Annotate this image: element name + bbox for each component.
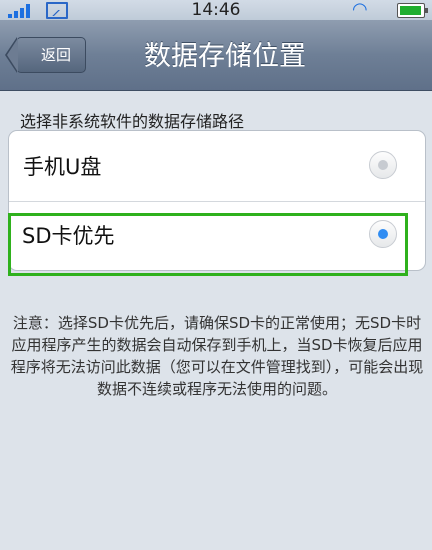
back-button[interactable]: 返回 [5,37,86,73]
back-button-label: 返回 [40,46,71,64]
option-label: 手机U盘 [23,155,102,179]
nav-bar: 返回 数据存储位置 [0,20,432,91]
status-bar: 14:46 ◠ [0,0,432,20]
radio-dot-icon [378,160,388,170]
option-phone-usb[interactable]: 手机U盘 [9,131,425,202]
back-arrow-icon [5,37,18,73]
radio-phone-usb[interactable] [369,151,397,179]
wifi-icon: ◠ [352,0,368,20]
selection-highlight [8,213,408,276]
section-label: 选择非系统软件的数据存储路径 [20,112,245,131]
battery-icon [397,3,428,18]
note-text: 注意：选择SD卡优先后，请确保SD卡的正常使用；无SD卡时应用程序产生的数据会自… [10,314,424,398]
page-title: 数据存储位置 [144,41,306,72]
